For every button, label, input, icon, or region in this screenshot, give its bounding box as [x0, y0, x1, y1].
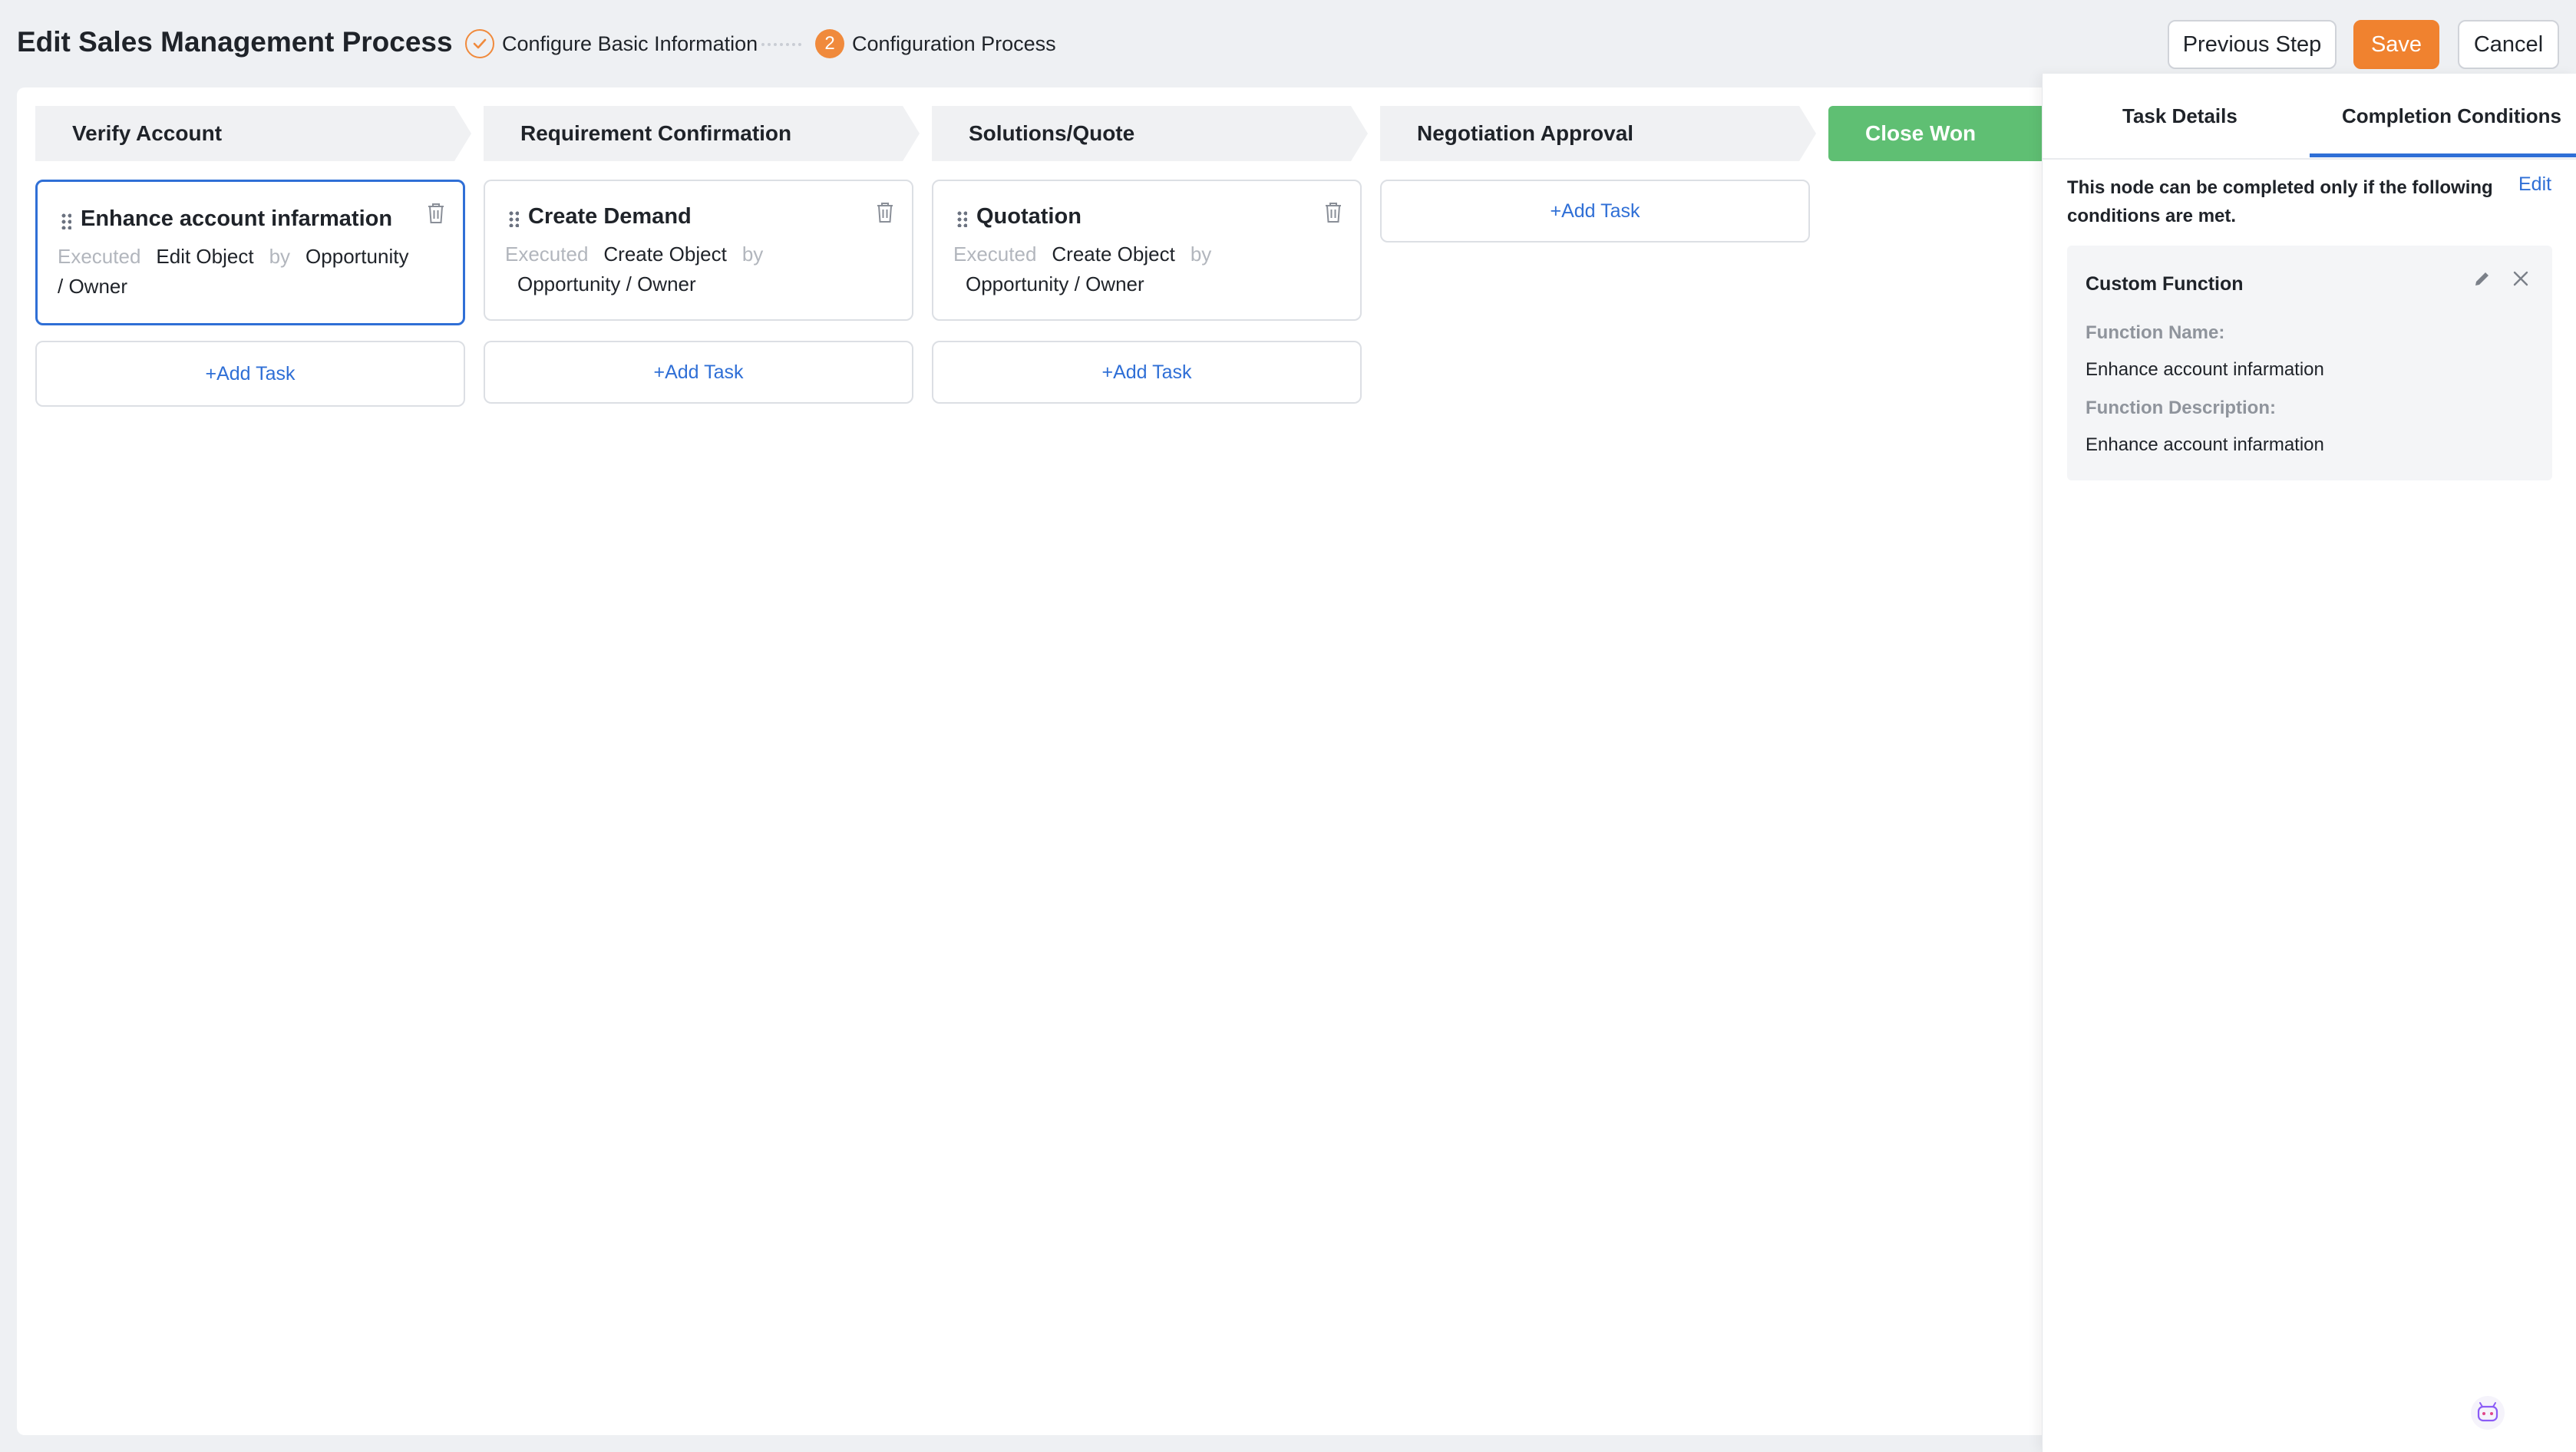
close-icon[interactable] — [2511, 269, 2531, 289]
action-label: Create Object — [603, 243, 727, 266]
trash-icon[interactable] — [1323, 201, 1343, 224]
completion-condition-text: This node can be completed only if the f… — [2067, 177, 2493, 226]
save-button[interactable]: Save — [2353, 20, 2439, 69]
page-title: Edit Sales Management Process — [17, 26, 453, 58]
function-name-label: Function Name: — [2086, 322, 2225, 343]
task-title: Enhance account infarmation — [81, 206, 393, 231]
cancel-button[interactable]: Cancel — [2458, 20, 2559, 69]
check-circle-icon — [465, 29, 494, 58]
panel-tabs: Task Details Completion Conditions — [2043, 74, 2576, 160]
tab-completion-conditions[interactable]: Completion Conditions — [2342, 104, 2561, 128]
executed-label: Executed — [505, 243, 589, 266]
function-description-value: Enhance account infarmation — [2086, 434, 2324, 455]
step-connector — [761, 43, 801, 46]
stage-solutions-quote[interactable]: Solutions/Quote — [932, 106, 1368, 161]
add-task-button-verify-account[interactable]: +Add Task — [35, 341, 465, 407]
stage-verify-account[interactable]: Verify Account — [35, 106, 471, 161]
custom-function-card: Custom Function Function Name: Enhance a… — [2067, 246, 2552, 480]
step-label: Configure Basic Information — [502, 31, 758, 55]
stage-requirement-confirmation[interactable]: Requirement Confirmation — [484, 106, 920, 161]
task-meta: Executed Edit Object by Opportunity / Owner — [58, 242, 432, 302]
task-card-create-demand[interactable]: Create Demand Executed Create Object by Opp… — [484, 180, 913, 321]
task-card-quotation[interactable]: Quotation Executed Create Object by Opportu… — [932, 180, 1362, 321]
function-description-label: Function Description: — [2086, 398, 2276, 418]
object-label: Opportunity — [305, 245, 409, 268]
by-label: by — [1190, 243, 1212, 266]
add-task-button-solutions-quote[interactable]: +Add Task — [932, 341, 1362, 404]
task-card-enhance-account[interactable]: Enhance account infarmation Executed Edit… — [35, 180, 465, 325]
stage-label: Close Won — [1865, 121, 1977, 145]
add-task-button-negotiation-approval[interactable]: +Add Task — [1380, 180, 1810, 243]
executed-label: Executed — [58, 245, 141, 268]
step-configuration-process[interactable]: 2 Configuration Process — [815, 29, 1056, 58]
stage-close-won[interactable]: Close Won — [1828, 106, 2043, 161]
stage-label: Negotiation Approval — [1417, 121, 1634, 145]
drag-handle-icon[interactable] — [956, 210, 967, 227]
action-label: Create Object — [1052, 243, 1175, 266]
previous-step-button[interactable]: Previous Step — [2168, 20, 2337, 69]
stage-negotiation-approval[interactable]: Negotiation Approval — [1380, 106, 1816, 161]
trash-icon[interactable] — [426, 202, 446, 225]
task-detail-panel: Task Details Completion Conditions This … — [2042, 74, 2576, 1452]
stage-label: Solutions/Quote — [969, 121, 1135, 145]
stage-label: Requirement Confirmation — [520, 121, 792, 145]
task-title: Create Demand — [528, 204, 692, 229]
trash-icon[interactable] — [875, 201, 895, 224]
role-label: / Owner — [58, 275, 128, 298]
task-title: Quotation — [976, 204, 1082, 229]
stage-label: Verify Account — [72, 121, 223, 145]
by-label: by — [741, 243, 764, 266]
by-label: by — [269, 245, 291, 268]
drag-handle-icon[interactable] — [61, 213, 71, 229]
pencil-icon[interactable] — [2472, 269, 2492, 289]
task-meta: Executed Create Object by Opportunity / Own… — [505, 239, 881, 299]
action-label: Edit Object — [156, 245, 254, 268]
object-label: Opportunity / Owner — [517, 272, 696, 295]
assistant-bot-icon[interactable] — [2470, 1395, 2505, 1431]
custom-function-title: Custom Function — [2086, 273, 2244, 295]
executed-label: Executed — [953, 243, 1037, 266]
edit-conditions-link[interactable]: Edit — [2518, 173, 2551, 196]
object-label: Opportunity / Owner — [966, 272, 1144, 295]
active-tab-indicator — [2310, 153, 2576, 157]
add-task-button-requirement-confirmation[interactable]: +Add Task — [484, 341, 913, 404]
step-configure-basic-information[interactable]: Configure Basic Information — [465, 29, 758, 58]
function-name-value: Enhance account infarmation — [2086, 359, 2324, 380]
task-meta: Executed Create Object by Opportunity / Own… — [953, 239, 1329, 299]
step-label: Configuration Process — [852, 31, 1056, 55]
tab-task-details[interactable]: Task Details — [2122, 104, 2237, 128]
step-number-badge: 2 — [815, 29, 844, 58]
drag-handle-icon[interactable] — [508, 210, 519, 227]
